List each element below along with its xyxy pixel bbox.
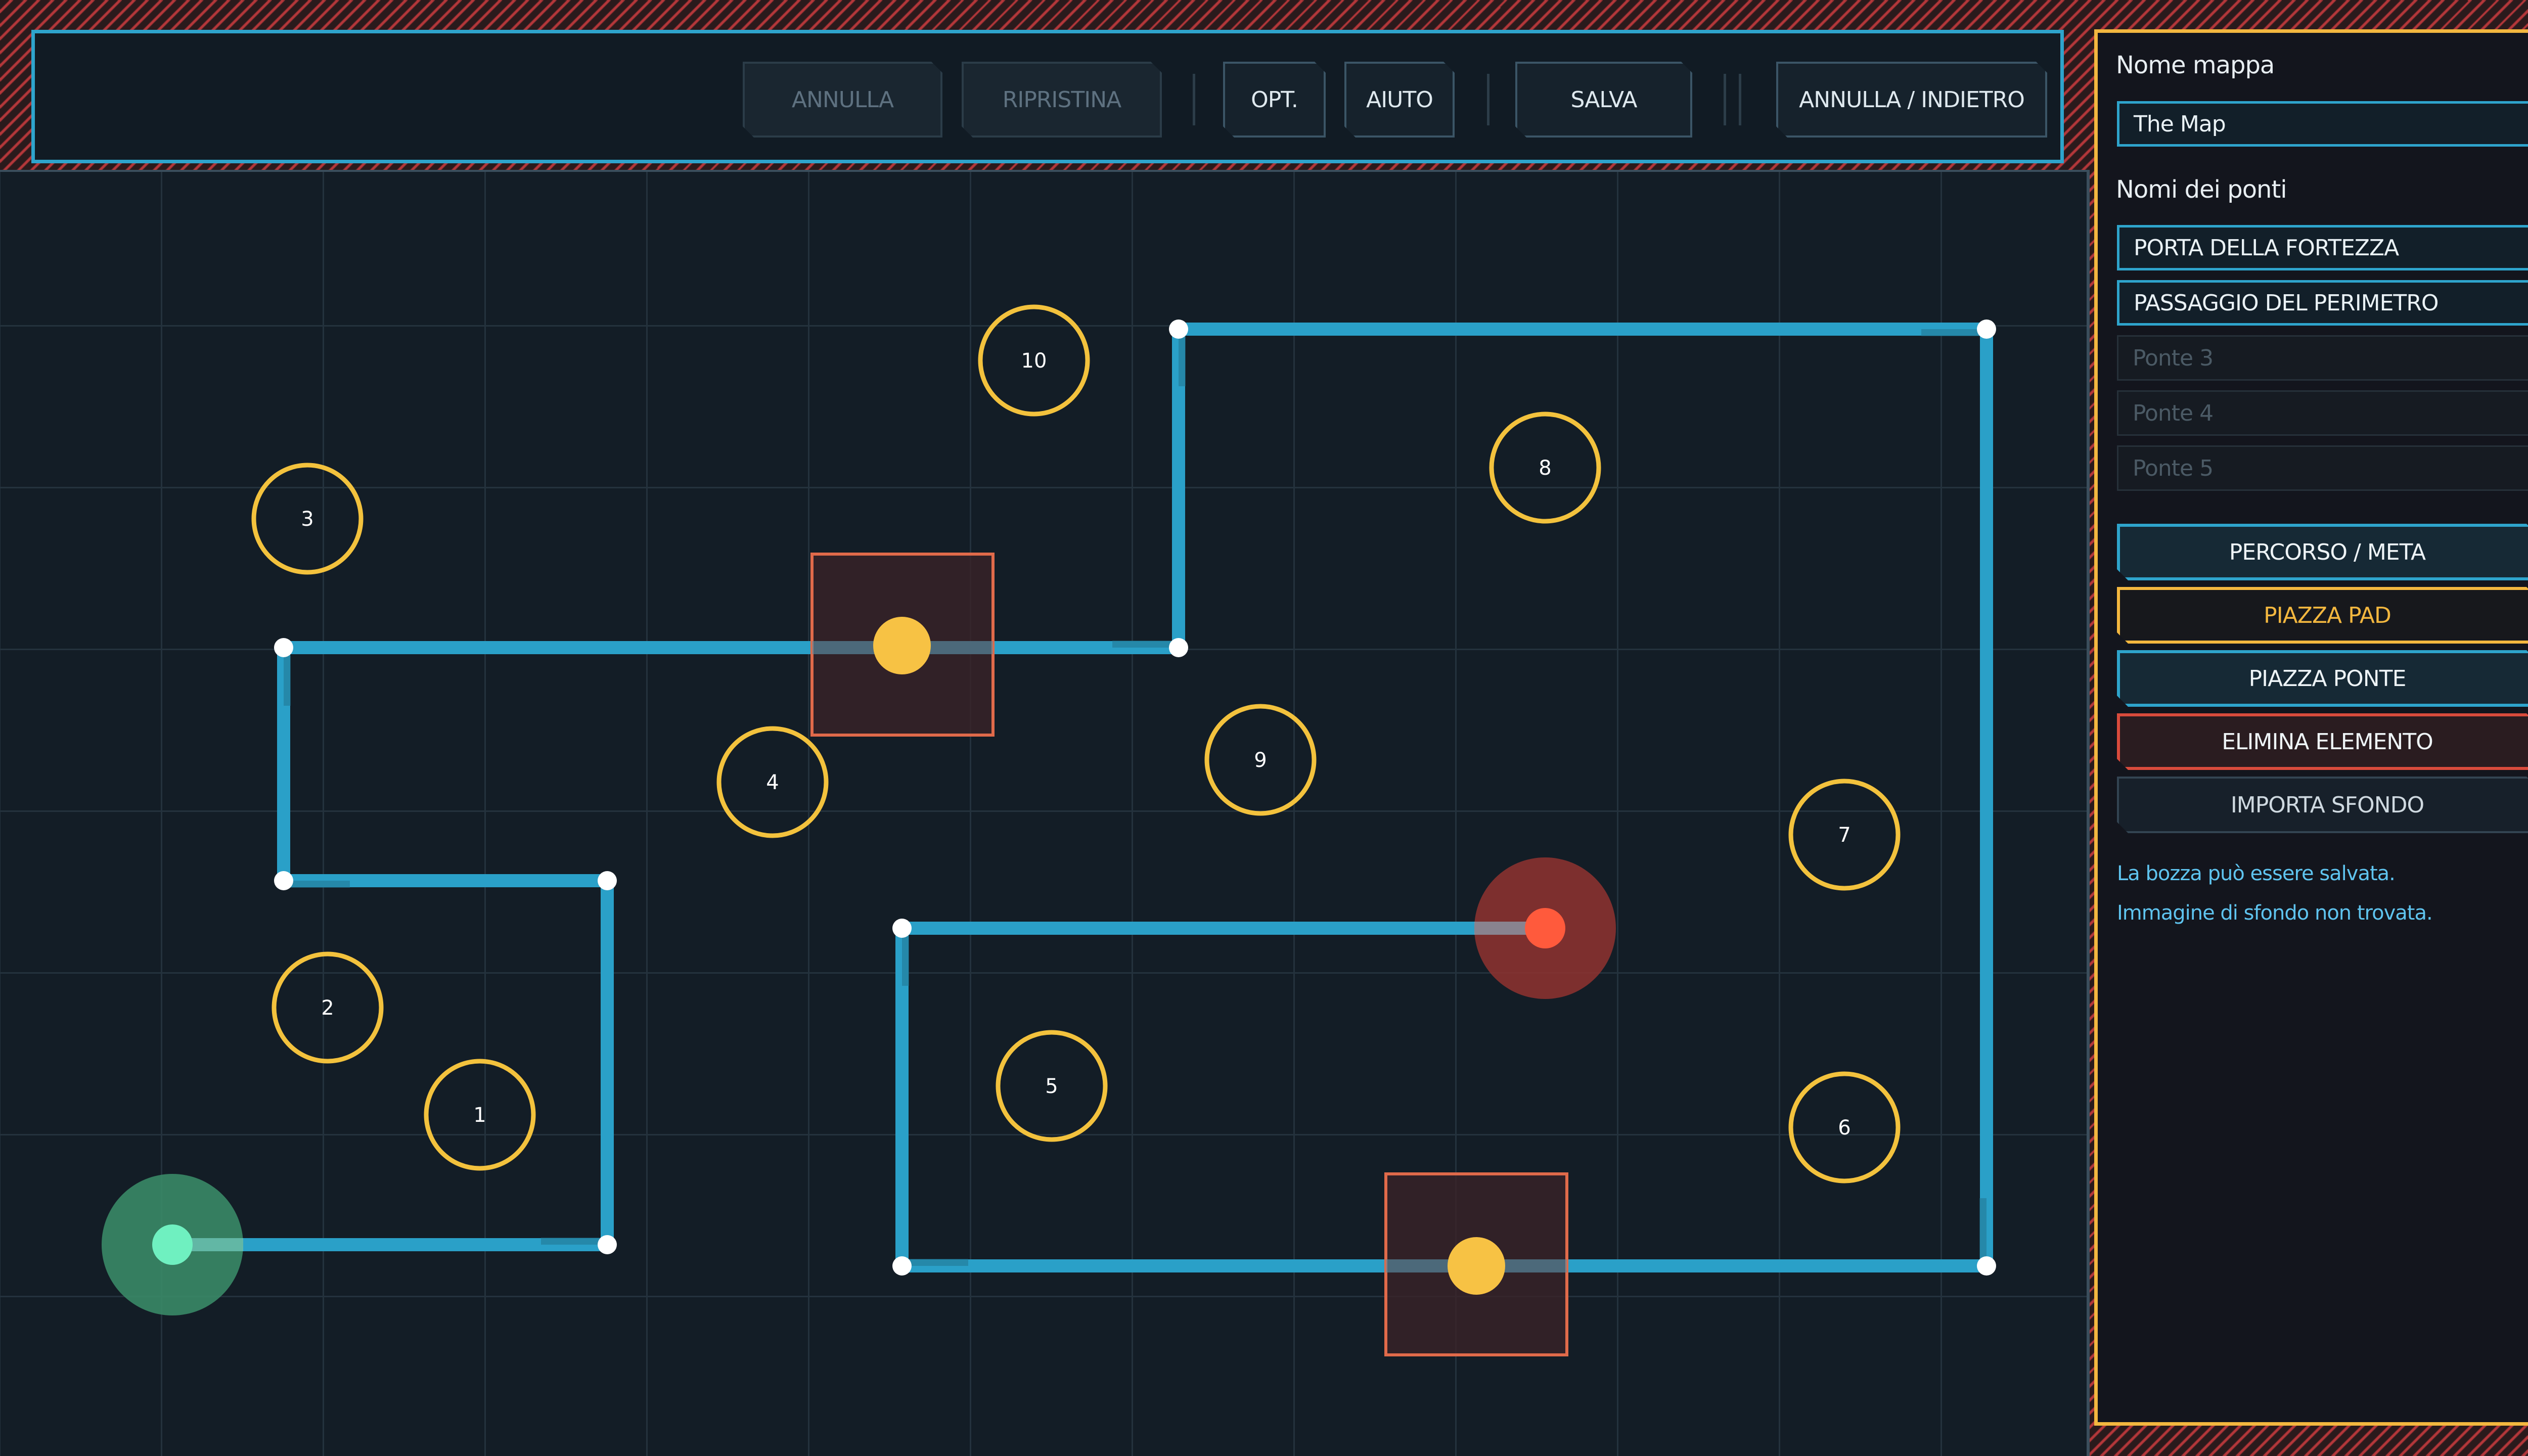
map-name-field[interactable]: The Map	[2117, 101, 2528, 147]
map-name-label: Nome mappa	[2116, 51, 2275, 79]
marker-6[interactable]: 6	[1788, 1071, 1901, 1184]
redo-button[interactable]: RIPRISTINA	[962, 62, 1162, 138]
map-drawing[interactable]: 1 2 3 4 5 6 7 8 9 10	[0, 172, 2087, 1456]
bridge-name-field-4[interactable]: Ponte 4	[2117, 390, 2528, 436]
path-node[interactable]	[1169, 320, 1188, 339]
svg-text:10: 10	[1021, 349, 1047, 373]
marker-4[interactable]: 4	[716, 726, 829, 838]
path-node[interactable]	[1977, 1256, 1996, 1276]
toolbar-separator	[1487, 74, 1489, 125]
marker-3[interactable]: 3	[251, 463, 364, 575]
svg-text:2: 2	[321, 996, 334, 1020]
options-button[interactable]: OPT.	[1223, 62, 1326, 138]
undo-button[interactable]: ANNULLA	[743, 62, 942, 138]
markers: 1 2 3 4 5 6 7 8 9 10	[251, 304, 1901, 1184]
save-button[interactable]: SALVA	[1515, 62, 1692, 138]
bridge-name-field-5[interactable]: Ponte 5	[2117, 445, 2528, 491]
path-node[interactable]	[274, 638, 293, 657]
path-joint-shadows	[284, 329, 1987, 1266]
status-message-background: Immagine di sfondo non trovata.	[2117, 901, 2433, 925]
delete-element-button[interactable]: ELIMINA ELEMENTO	[2117, 713, 2528, 770]
svg-text:5: 5	[1045, 1075, 1058, 1098]
status-message-draft: La bozza può essere salvata.	[2117, 862, 2396, 885]
toolbar-separator	[1193, 74, 1195, 125]
marker-5[interactable]: 5	[996, 1030, 1108, 1142]
marker-9[interactable]: 9	[1204, 704, 1317, 816]
path-segment-start[interactable]	[166, 323, 1993, 1272]
place-pad-button[interactable]: PIAZZA PAD	[2117, 587, 2528, 644]
bridge-names-label: Nomi dei ponti	[2116, 175, 2287, 204]
top-toolbar: ANNULLA RIPRISTINA OPT. AIUTO SALVA ANNU…	[31, 30, 2064, 163]
svg-text:9: 9	[1254, 749, 1267, 772]
map-editor-canvas[interactable]: 1 2 3 4 5 6 7 8 9 10	[0, 170, 2090, 1456]
path-node[interactable]	[598, 871, 617, 890]
toolbar-separator	[1724, 74, 1726, 125]
marker-2[interactable]: 2	[272, 951, 384, 1064]
pad-point[interactable]	[1448, 1237, 1505, 1295]
cancel-back-button[interactable]: ANNULLA / INDIETRO	[1776, 62, 2047, 138]
bridge-name-field-1[interactable]: PORTA DELLA FORTEZZA	[2117, 225, 2528, 270]
toolbar-separator	[1739, 74, 1741, 125]
help-button[interactable]: AIUTO	[1344, 62, 1455, 138]
marker-8[interactable]: 8	[1489, 412, 1601, 524]
start-point[interactable]	[152, 1224, 193, 1265]
marker-7[interactable]: 7	[1788, 779, 1901, 891]
path-goal-button[interactable]: PERCORSO / META	[2117, 524, 2528, 580]
import-background-button[interactable]: IMPORTA SFONDO	[2117, 777, 2528, 833]
svg-text:8: 8	[1539, 457, 1551, 480]
path-lines	[166, 323, 1993, 1272]
path-node[interactable]	[892, 1256, 912, 1276]
path-node[interactable]	[1977, 320, 1996, 339]
path-node[interactable]	[1169, 638, 1188, 657]
marker-1[interactable]: 1	[424, 1059, 536, 1171]
goal-point[interactable]	[1525, 908, 1565, 948]
path-node[interactable]	[274, 871, 293, 890]
marker-10[interactable]: 10	[978, 304, 1090, 417]
bridge-name-field-2[interactable]: PASSAGGIO DEL PERIMETRO	[2117, 280, 2528, 326]
bridge-name-field-3[interactable]: Ponte 3	[2117, 335, 2528, 381]
path-node[interactable]	[892, 919, 912, 938]
svg-text:3: 3	[301, 508, 313, 531]
pad-point[interactable]	[873, 617, 931, 674]
editor-sidebar: Nome mappa The Map Nomi dei ponti PORTA …	[2094, 29, 2528, 1426]
svg-text:1: 1	[473, 1104, 486, 1127]
place-bridge-button[interactable]: PIAZZA PONTE	[2117, 650, 2528, 707]
svg-text:7: 7	[1838, 824, 1850, 847]
svg-text:4: 4	[766, 771, 779, 794]
svg-text:6: 6	[1838, 1116, 1850, 1140]
path-node[interactable]	[598, 1235, 617, 1254]
